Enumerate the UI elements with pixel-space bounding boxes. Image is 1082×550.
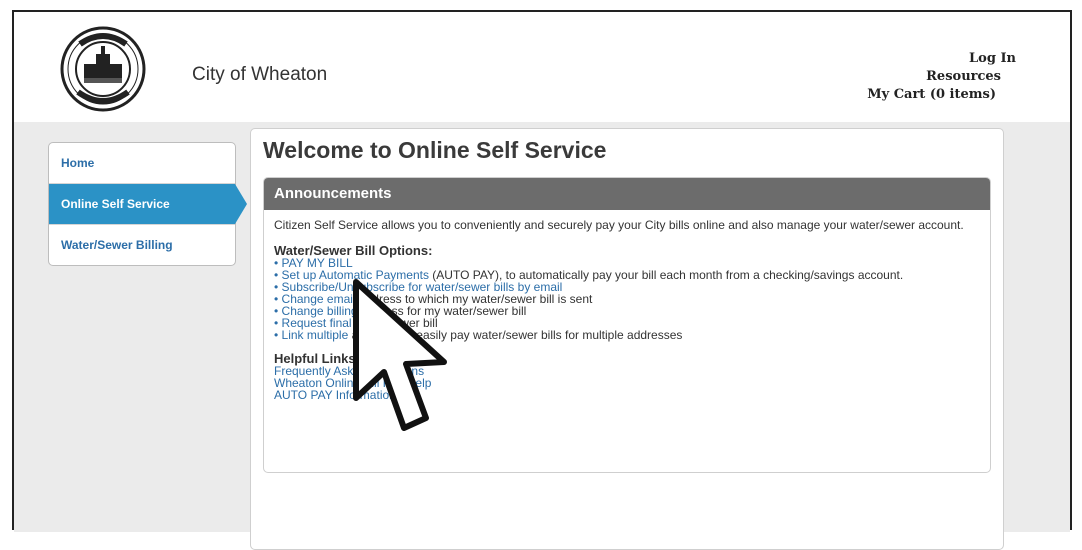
browser-frame: City of Wheaton Log In Resources My Cart… [12, 10, 1072, 550]
login-link[interactable]: Log In [867, 50, 1016, 68]
resources-link[interactable]: Resources [867, 68, 1001, 86]
cart-link[interactable]: My Cart (0 items) [867, 86, 996, 104]
sidebar-item-home[interactable]: Home [49, 143, 235, 184]
panel-title: Announcements [264, 178, 990, 210]
sidebar-item-online-self-service[interactable]: Online Self Service [49, 184, 247, 225]
intro-text: Citizen Self Service allows you to conve… [274, 218, 964, 232]
mouse-pointer-icon [353, 279, 447, 431]
page-body: Home Online Self Service Water/Sewer Bil… [14, 122, 1070, 550]
sidebar-item-water-sewer-billing[interactable]: Water/Sewer Billing [49, 225, 235, 265]
page-title: Welcome to Online Self Service [263, 137, 607, 163]
city-name: City of Wheaton [192, 64, 328, 85]
options-title: Water/Sewer Bill Options: [274, 243, 433, 258]
sidebar-nav: Home Online Self Service Water/Sewer Bil… [48, 142, 247, 266]
site-header: City of Wheaton Log In Resources My Cart… [14, 12, 1070, 122]
top-links: Log In Resources My Cart (0 items) [867, 50, 1016, 104]
city-seal-icon[interactable] [60, 26, 146, 112]
